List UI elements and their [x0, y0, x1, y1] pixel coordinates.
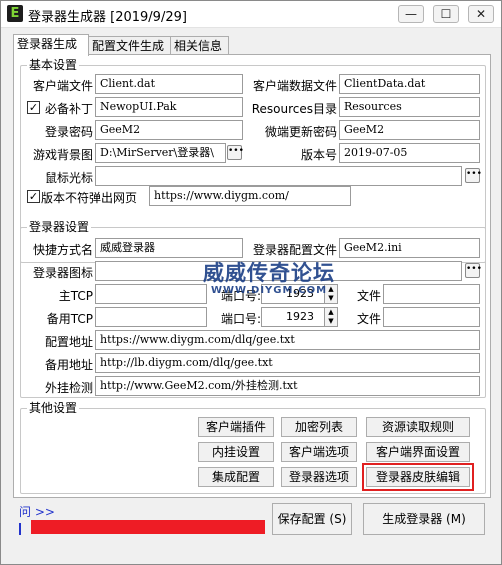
- background-label: 游戏背景图: [32, 148, 93, 162]
- main-tcp-field[interactable]: [95, 284, 207, 304]
- backup-file-field[interactable]: [383, 307, 480, 327]
- other-settings-group: 其他设置 客户端插件 加密列表 资源读取规则 内挂设置 客户端选项 客户端界面设…: [20, 400, 486, 494]
- watermark-title: 威威传奇论坛: [203, 261, 335, 285]
- launcher-settings-group: 登录器设置 快捷方式名 威威登录器 登录器配置文件 GeeM2.ini 登录器图…: [20, 219, 486, 398]
- backup-port-label: 端口号:: [220, 312, 261, 326]
- plugin-check-field[interactable]: http://www.GeeM2.com/外挂检测.txt: [95, 376, 480, 396]
- arrow-up-icon: ▲: [328, 308, 334, 316]
- basic-settings-title: 基本设置: [27, 57, 80, 73]
- backup-file-label: 文件: [356, 312, 381, 326]
- client-data-label: 客户端数据文件: [252, 79, 337, 93]
- ellipsis-icon: •••: [466, 169, 482, 179]
- backup-tcp-label: 备用TCP: [46, 312, 93, 326]
- resources-label: Resources目录: [251, 102, 337, 116]
- save-config-button[interactable]: 保存配置 (S): [272, 503, 352, 535]
- ellipsis-icon: •••: [466, 264, 482, 274]
- patch-label: 必备补丁: [44, 102, 93, 116]
- backup-port-spinner[interactable]: ▲ ▼: [324, 307, 338, 327]
- window-title: 登录器生成器 [2019/9/29]: [28, 10, 187, 25]
- check-icon: ✓: [28, 190, 39, 203]
- main-file-label: 文件: [356, 289, 381, 303]
- other-settings-title: 其他设置: [27, 400, 80, 416]
- popup-label: 版本不符弹出网页: [41, 191, 138, 205]
- app-icon: E: [7, 5, 23, 22]
- maximize-button[interactable]: ☐: [433, 5, 459, 23]
- patch-checkbox[interactable]: ✓: [27, 101, 40, 114]
- client-file-field[interactable]: Client.dat: [95, 74, 243, 94]
- version-field[interactable]: 2019-07-05: [339, 143, 480, 163]
- client-plugin-button[interactable]: 客户端插件: [198, 417, 274, 437]
- background-browse-button[interactable]: •••: [227, 145, 244, 160]
- title-bar[interactable]: E 登录器生成器 [2019/9/29] — ☐ ✕: [1, 1, 501, 28]
- main-window: E 登录器生成器 [2019/9/29] — ☐ ✕ 登录器生成 配置文件生成 …: [0, 0, 502, 565]
- launcher-config-field[interactable]: GeeM2.ini: [339, 238, 480, 258]
- tab-panel: 基本设置 客户端文件 Client.dat 客户端数据文件 ClientData…: [13, 54, 491, 498]
- launcher-settings-title: 登录器设置: [27, 219, 92, 235]
- config-address-field[interactable]: https://www.diygm.com/dlq/gee.txt: [95, 330, 480, 350]
- resource-rules-button[interactable]: 资源读取规则: [366, 417, 470, 437]
- main-file-field[interactable]: [383, 284, 480, 304]
- cursor-label: 鼠标光标: [44, 171, 93, 185]
- minimize-button[interactable]: —: [398, 5, 424, 23]
- backup-address-label: 备用地址: [44, 358, 93, 372]
- shortcut-field[interactable]: 威威登录器: [95, 238, 243, 258]
- arrow-down-icon: ▼: [328, 317, 334, 325]
- tab-launcher-generate[interactable]: 登录器生成: [13, 34, 89, 56]
- watermark: 威威传奇论坛 WWW.DIYGM.COM: [194, 257, 344, 296]
- popup-url-field[interactable]: https://www.diygm.com/: [149, 186, 351, 206]
- client-options-button[interactable]: 客户端选项: [281, 442, 357, 462]
- inline-settings-button[interactable]: 内挂设置: [198, 442, 274, 462]
- generate-launcher-button[interactable]: 生成登录器 (M): [363, 503, 485, 535]
- plugin-check-label: 外挂检测: [44, 381, 93, 395]
- shortcut-label: 快捷方式名: [32, 243, 93, 257]
- launcher-config-label: 登录器配置文件: [252, 243, 337, 257]
- background-field[interactable]: D:\MirServer\登录器\: [95, 143, 226, 163]
- close-button[interactable]: ✕: [468, 5, 494, 23]
- maximize-icon: ☐: [440, 7, 452, 21]
- launcher-icon-browse-button[interactable]: •••: [465, 263, 482, 278]
- main-tcp-label: 主TCP: [58, 289, 93, 303]
- update-password-field[interactable]: GeeM2: [339, 120, 480, 140]
- launcher-options-button[interactable]: 登录器选项: [281, 467, 357, 487]
- close-icon: ✕: [475, 7, 487, 21]
- login-password-label: 登录密码: [44, 125, 93, 139]
- backup-address-field[interactable]: http://lb.diygm.com/dlq/gee.txt: [95, 353, 480, 373]
- tab-config-generate[interactable]: 配置文件生成: [88, 36, 171, 56]
- backup-tcp-field[interactable]: [95, 307, 207, 327]
- launcher-icon-label: 登录器图标: [32, 266, 93, 280]
- question-link[interactable]: 问 >>: [19, 503, 55, 520]
- login-password-field[interactable]: GeeM2: [95, 120, 243, 140]
- cursor-field[interactable]: [95, 166, 462, 186]
- patch-field[interactable]: NewopUI.Pak: [95, 97, 243, 117]
- integrated-config-button[interactable]: 集成配置: [198, 467, 274, 487]
- config-address-label: 配置地址: [44, 335, 93, 349]
- cursor-browse-button[interactable]: •••: [465, 168, 482, 183]
- link-fragment: [19, 523, 27, 535]
- redaction-bar: [31, 520, 265, 534]
- tab-related-info[interactable]: 相关信息: [170, 36, 229, 56]
- client-file-label: 客户端文件: [32, 79, 93, 93]
- check-icon: ✓: [28, 101, 39, 114]
- popup-checkbox[interactable]: ✓: [27, 190, 40, 203]
- update-password-label: 微端更新密码: [264, 125, 337, 139]
- minimize-icon: —: [405, 7, 417, 21]
- version-label: 版本号: [300, 148, 337, 162]
- watermark-url: WWW.DIYGM.COM: [210, 285, 328, 296]
- encrypt-list-button[interactable]: 加密列表: [281, 417, 357, 437]
- highlight-box: [362, 463, 474, 491]
- resources-field[interactable]: Resources: [339, 97, 480, 117]
- client-data-field[interactable]: ClientData.dat: [339, 74, 480, 94]
- client-ui-settings-button[interactable]: 客户端界面设置: [366, 442, 470, 462]
- ellipsis-icon: •••: [228, 146, 244, 156]
